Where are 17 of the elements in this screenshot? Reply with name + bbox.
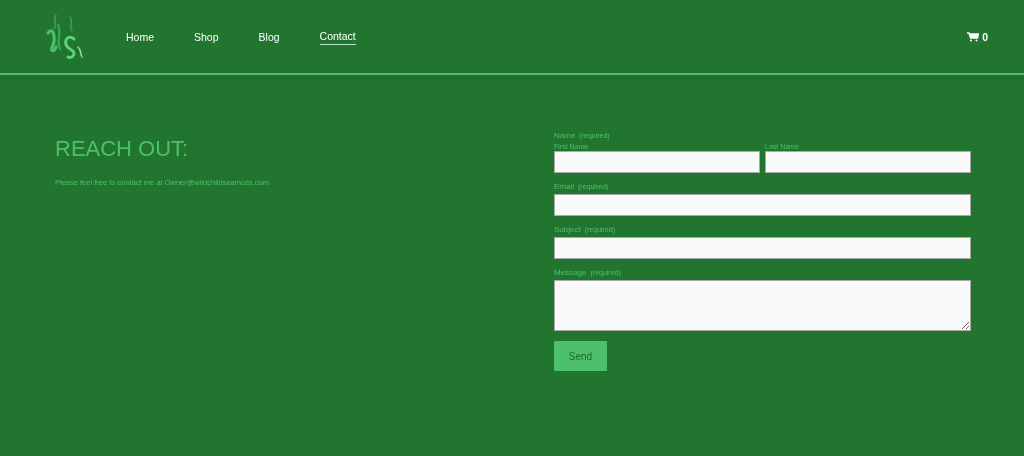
cart-icon[interactable] [967, 31, 980, 42]
nav-link[interactable]: Shop [194, 28, 219, 45]
field-label: Message [554, 268, 587, 277]
send-button[interactable]: Send [554, 341, 607, 371]
field-label: Name [554, 131, 576, 140]
page-heading: REACH OUT: [55, 136, 190, 162]
field-label: Subject [554, 225, 581, 234]
input-field[interactable] [554, 237, 971, 259]
input-field[interactable] [554, 151, 760, 173]
field-label: Email [554, 182, 574, 191]
message-field[interactable] [554, 280, 971, 331]
nav-link[interactable]: Contact [319, 28, 356, 45]
cart-count: 0 [982, 30, 988, 43]
input-field[interactable] [554, 194, 971, 216]
nav-link[interactable]: Blog [258, 28, 280, 45]
nav-link[interactable]: Home [126, 28, 154, 45]
input-field[interactable] [765, 151, 971, 173]
